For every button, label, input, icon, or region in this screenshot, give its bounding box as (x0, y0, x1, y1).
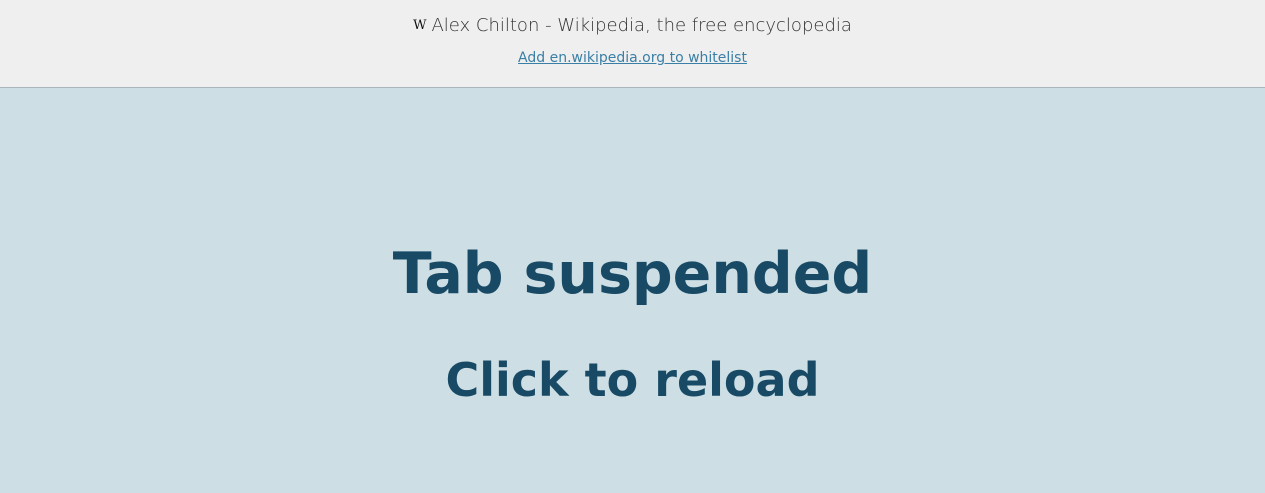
whitelist-link-container: Add en.wikipedia.org to whitelist (0, 50, 1265, 66)
click-to-reload-text[interactable]: Click to reload (0, 353, 1265, 407)
page-title: Alex Chilton - Wikipedia, the free encyc… (431, 15, 852, 36)
wikipedia-icon: W (413, 18, 426, 33)
tab-suspended-heading: Tab suspended (392, 241, 873, 307)
suspended-tab-header: W Alex Chilton - Wikipedia, the free ency… (0, 0, 1265, 88)
title-row: W Alex Chilton - Wikipedia, the free ency… (0, 15, 1265, 36)
add-to-whitelist-link[interactable]: Add en.wikipedia.org to whitelist (518, 50, 747, 66)
reload-area[interactable]: Tab suspended Click to reload (0, 88, 1265, 493)
